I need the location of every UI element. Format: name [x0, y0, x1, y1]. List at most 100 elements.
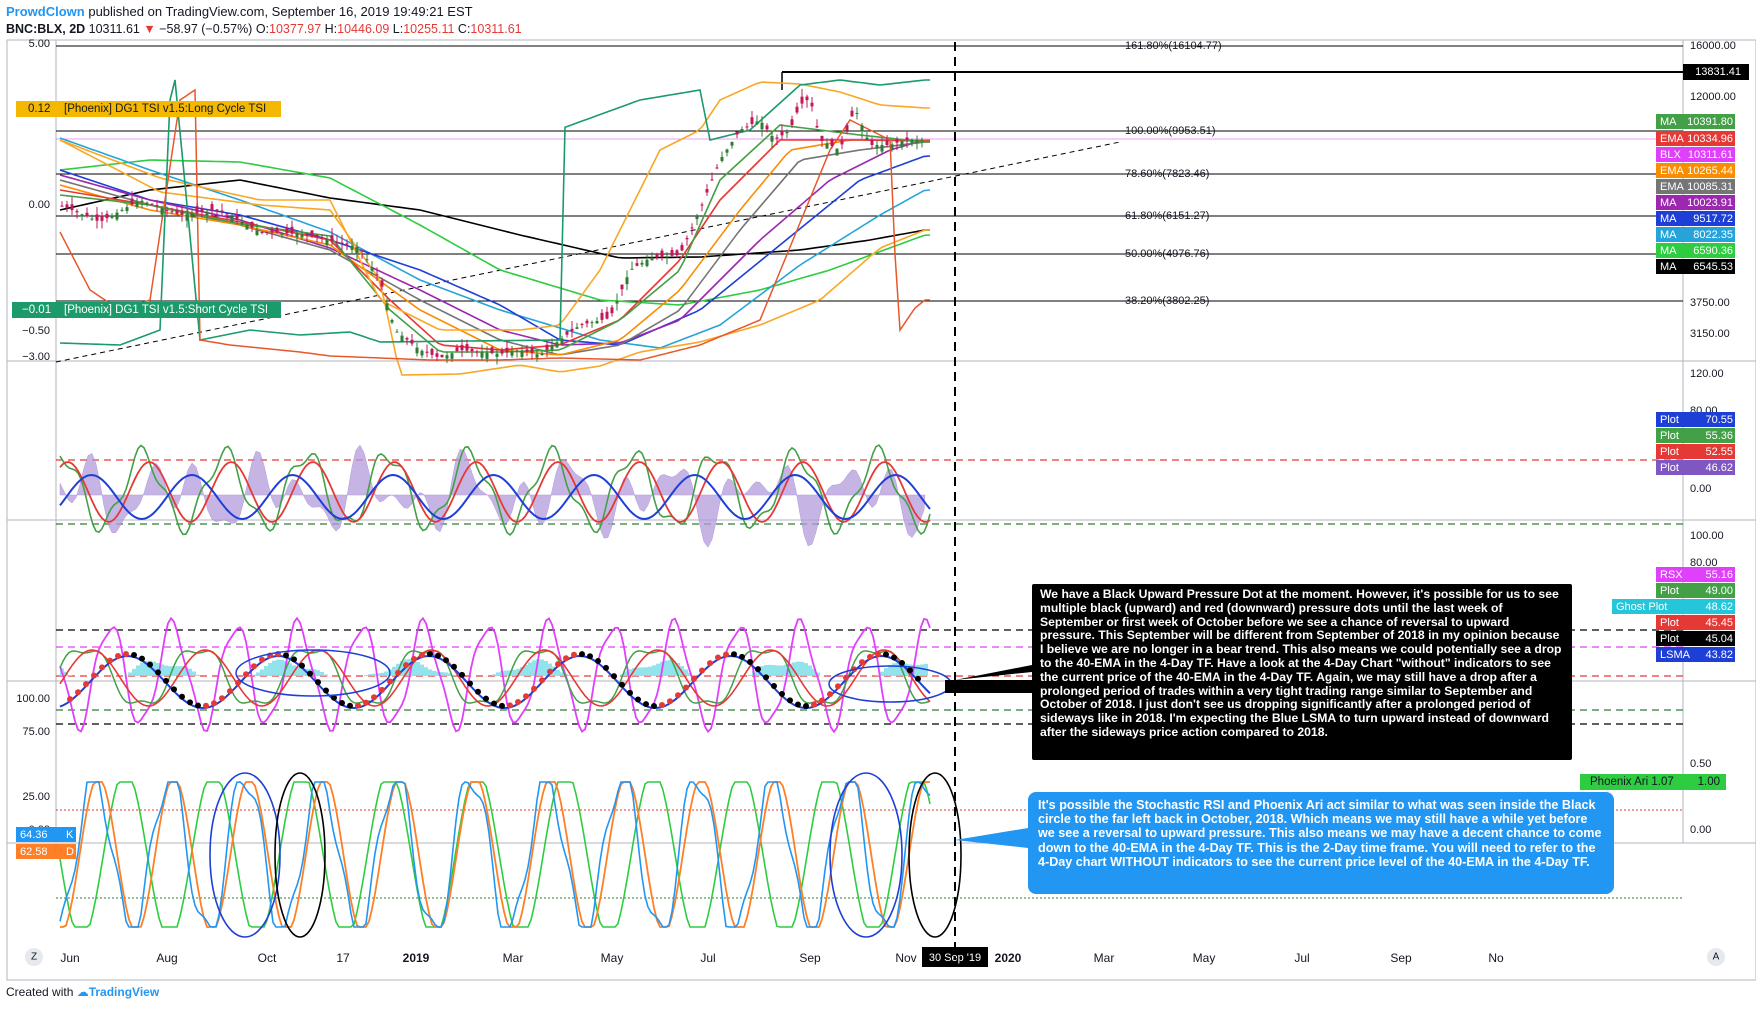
candle-body [385, 303, 389, 311]
candle-body [505, 347, 509, 353]
pressure-dot [419, 652, 425, 659]
trend-line [55, 141, 1121, 363]
pressure-dot [899, 659, 905, 666]
ghost-bar [648, 666, 652, 676]
zoom-button-label: Z [31, 952, 37, 963]
ghost-bar [656, 663, 660, 676]
pressure-dot [131, 651, 137, 658]
ghost-bar [320, 671, 324, 676]
price-badge-value: 10265.44 [1687, 165, 1733, 177]
left-tick-label: −0.50 [22, 325, 50, 337]
pressure-dot [155, 669, 161, 676]
ghost-bar [640, 667, 644, 676]
candle-body [670, 250, 674, 256]
candle-body [390, 320, 394, 323]
tsi-short-name: [Phoenix] DG1 TSI v1.5:Short Cycle TSI [64, 304, 268, 316]
lower-band-line [59, 139, 931, 376]
candle-body [270, 228, 274, 233]
price-badge-value: 6590.36 [1693, 245, 1733, 257]
ghost-bar [644, 667, 648, 676]
candle-body [355, 247, 359, 255]
time-axis[interactable]: Jun Aug Oct 17 2019 Mar May Jul Sep Nov 2020 Mar May… [25, 947, 1725, 967]
price-badge-name: EMA [1660, 181, 1685, 193]
candle-body [200, 208, 204, 213]
ghost-bar [892, 663, 896, 676]
ghost-bar [576, 675, 580, 676]
fib-level-label: 100.00%(9953.51) [1125, 125, 1216, 137]
candle-body [145, 202, 149, 205]
pressure-dot [675, 692, 681, 699]
time-axis-label: 2019 [403, 951, 430, 965]
candle-body [515, 350, 519, 352]
tradingview-brand[interactable]: TradingView [89, 985, 159, 999]
candle-body [825, 143, 829, 149]
rsx-red-line [59, 649, 931, 707]
ghost-bar [384, 671, 388, 676]
candle-body [810, 102, 814, 107]
tsi-short-value: −0.01 [22, 304, 51, 316]
annotation-blue[interactable]: It's possible the Stochastic RSI and Pho… [955, 792, 1614, 894]
pressure-dot [547, 668, 553, 675]
candle-body [210, 204, 214, 211]
rsx-badge-name: Plot [1660, 585, 1679, 597]
chart-canvas[interactable]: 5.00 0.00 −0.50 −3.00 16000.00 12000.00 3750.0… [0, 0, 1756, 1009]
ghost-bar [264, 666, 268, 676]
candle-body [805, 96, 809, 101]
price-badge-value: 10391.80 [1687, 116, 1733, 128]
pressure-dot [531, 685, 537, 692]
candle-body [795, 106, 799, 113]
candle-body [250, 221, 254, 228]
candle-body [720, 157, 724, 161]
ghost-bar [380, 672, 384, 676]
pressure-dot [355, 702, 361, 709]
candle-body [585, 320, 589, 324]
pressure-dot [891, 654, 897, 661]
candle-body [590, 322, 594, 324]
pressure-dot [147, 661, 153, 668]
candle-body [855, 112, 859, 114]
annotation-blue-text: It's possible the Stochastic RSI and Pho… [1038, 798, 1602, 869]
time-axis-label: Aug [156, 951, 177, 965]
pressure-dot [843, 674, 849, 681]
price-badge-name: MA [1660, 245, 1677, 257]
candle-body [510, 351, 514, 356]
ghost-bar [256, 672, 260, 676]
plot-badge-name: Plot [1660, 414, 1679, 426]
candle-body [85, 212, 89, 217]
pressure-dot [611, 673, 617, 680]
pressure-dot [411, 655, 417, 662]
candle-body [480, 352, 484, 358]
ghost-bar [164, 665, 168, 676]
ghost-bar [808, 665, 812, 676]
candle-body [130, 198, 134, 205]
candle-body [225, 213, 229, 215]
rsx-badge-value: 55.16 [1705, 569, 1733, 581]
pressure-dot [579, 651, 585, 658]
price-badge-name: EMA [1660, 133, 1685, 145]
candle-body [310, 230, 314, 237]
pressure-dot [507, 702, 513, 709]
stoch-k-name: K [66, 829, 74, 841]
ghost-bar [888, 665, 892, 676]
pressure-dot [227, 688, 233, 695]
candle-body [655, 253, 659, 258]
ghost-bar [196, 674, 200, 676]
time-axis-label: 17 [336, 951, 350, 965]
ghost-bar [528, 662, 532, 676]
pressure-dot [835, 683, 841, 690]
ghost-bar [324, 674, 328, 676]
pressure-dot [771, 683, 777, 690]
pressure-dot [283, 652, 289, 659]
candle-body [105, 213, 109, 219]
annotation-black[interactable]: We have a Black Upward Pressure Dot at t… [945, 584, 1572, 760]
pressure-dot [107, 657, 113, 664]
time-axis-label: Nov [895, 951, 916, 965]
candle-body [190, 213, 194, 217]
candle-body [305, 233, 309, 236]
candle-body [175, 210, 179, 214]
pressure-dot [787, 697, 793, 704]
candle-body [220, 210, 224, 212]
left-tick-label: 75.00 [22, 726, 50, 738]
candle-body [700, 204, 704, 206]
candle-body [800, 96, 804, 104]
